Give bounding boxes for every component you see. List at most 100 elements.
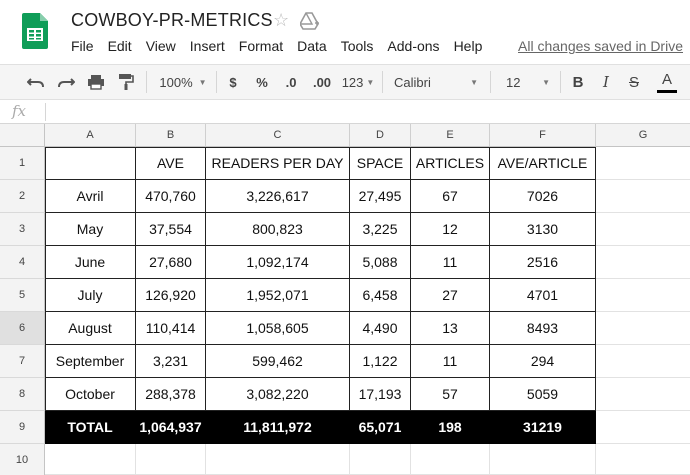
cell-c8[interactable]: 3,082,220 bbox=[206, 378, 350, 411]
cell-f3[interactable]: 3130 bbox=[490, 213, 596, 246]
cell-d8[interactable]: 17,193 bbox=[350, 378, 411, 411]
cell-f8[interactable]: 5059 bbox=[490, 378, 596, 411]
cell-a5[interactable]: July bbox=[45, 279, 136, 312]
row-header-5[interactable]: 5 bbox=[0, 279, 45, 312]
cell-b3[interactable]: 37,554 bbox=[136, 213, 206, 246]
cell-g1[interactable] bbox=[596, 147, 690, 180]
column-header-f[interactable]: F bbox=[490, 124, 596, 147]
move-to-folder-icon[interactable] bbox=[300, 12, 320, 30]
cell-c10[interactable] bbox=[206, 444, 350, 475]
decrease-decimal-button[interactable]: .0 bbox=[280, 65, 302, 99]
cell-d6[interactable]: 4,490 bbox=[350, 312, 411, 345]
cell-e10[interactable] bbox=[411, 444, 490, 475]
redo-button[interactable] bbox=[54, 65, 78, 99]
cell-a10[interactable] bbox=[45, 444, 136, 475]
zoom-select[interactable]: 100% ▼ bbox=[154, 65, 212, 99]
paint-format-button[interactable] bbox=[114, 65, 138, 99]
text-color-button[interactable]: A bbox=[656, 65, 678, 99]
cell-f7[interactable]: 294 bbox=[490, 345, 596, 378]
cell-g8[interactable] bbox=[596, 378, 690, 411]
cell-d7[interactable]: 1,122 bbox=[350, 345, 411, 378]
menu-edit[interactable]: Edit bbox=[108, 38, 132, 54]
cell-g10[interactable] bbox=[596, 444, 690, 475]
row-header-2[interactable]: 2 bbox=[0, 180, 45, 213]
cell-d4[interactable]: 5,088 bbox=[350, 246, 411, 279]
undo-button[interactable] bbox=[24, 65, 48, 99]
menu-format[interactable]: Format bbox=[239, 38, 283, 54]
cell-c1[interactable]: READERS PER DAY bbox=[206, 147, 350, 180]
cell-f6[interactable]: 8493 bbox=[490, 312, 596, 345]
row-header-10[interactable]: 10 bbox=[0, 444, 45, 475]
cell-e5[interactable]: 27 bbox=[411, 279, 490, 312]
strikethrough-button[interactable]: S bbox=[624, 65, 644, 99]
cell-f1[interactable]: AVE/ARTICLE bbox=[490, 147, 596, 180]
row-header-1[interactable]: 1 bbox=[0, 147, 45, 180]
column-header-e[interactable]: E bbox=[411, 124, 490, 147]
cell-a6[interactable]: August bbox=[45, 312, 136, 345]
cell-b1[interactable]: AVE bbox=[136, 147, 206, 180]
cell-c5[interactable]: 1,952,071 bbox=[206, 279, 350, 312]
column-header-d[interactable]: D bbox=[350, 124, 411, 147]
cell-a8[interactable]: October bbox=[45, 378, 136, 411]
column-header-c[interactable]: C bbox=[206, 124, 350, 147]
increase-decimal-button[interactable]: .00 bbox=[308, 65, 336, 99]
cell-f9[interactable]: 31219 bbox=[490, 411, 596, 444]
cell-d2[interactable]: 27,495 bbox=[350, 180, 411, 213]
cell-g6[interactable] bbox=[596, 312, 690, 345]
row-header-8[interactable]: 8 bbox=[0, 378, 45, 411]
more-formats-select[interactable]: 123 ▼ bbox=[340, 65, 376, 99]
cell-d1[interactable]: SPACE bbox=[350, 147, 411, 180]
menu-tools[interactable]: Tools bbox=[341, 38, 374, 54]
currency-format-button[interactable]: $ bbox=[224, 65, 242, 99]
cell-e7[interactable]: 11 bbox=[411, 345, 490, 378]
row-header-3[interactable]: 3 bbox=[0, 213, 45, 246]
cell-g5[interactable] bbox=[596, 279, 690, 312]
cell-d9[interactable]: 65,071 bbox=[350, 411, 411, 444]
cell-f5[interactable]: 4701 bbox=[490, 279, 596, 312]
cell-c2[interactable]: 3,226,617 bbox=[206, 180, 350, 213]
cell-b6[interactable]: 110,414 bbox=[136, 312, 206, 345]
font-size-select[interactable]: 12 ▼ bbox=[498, 65, 554, 99]
column-header-a[interactable]: A bbox=[45, 124, 136, 147]
cell-f4[interactable]: 2516 bbox=[490, 246, 596, 279]
row-header-9[interactable]: 9 bbox=[0, 411, 45, 444]
menu-add-ons[interactable]: Add-ons bbox=[387, 38, 439, 54]
cell-d10[interactable] bbox=[350, 444, 411, 475]
column-header-b[interactable]: B bbox=[136, 124, 206, 147]
sheets-logo-icon[interactable] bbox=[22, 13, 48, 49]
cell-b7[interactable]: 3,231 bbox=[136, 345, 206, 378]
cell-e6[interactable]: 13 bbox=[411, 312, 490, 345]
cell-c9[interactable]: 11,811,972 bbox=[206, 411, 350, 444]
cell-a1[interactable] bbox=[45, 147, 136, 180]
cell-g4[interactable] bbox=[596, 246, 690, 279]
select-all-corner[interactable] bbox=[0, 124, 45, 147]
save-status-link[interactable]: All changes saved in Drive bbox=[518, 38, 683, 54]
menu-help[interactable]: Help bbox=[454, 38, 483, 54]
cell-a9[interactable]: TOTAL bbox=[45, 411, 136, 444]
menu-insert[interactable]: Insert bbox=[190, 38, 225, 54]
cell-g9[interactable] bbox=[596, 411, 690, 444]
cell-g3[interactable] bbox=[596, 213, 690, 246]
italic-button[interactable]: I bbox=[596, 65, 616, 99]
cell-a7[interactable]: September bbox=[45, 345, 136, 378]
bold-button[interactable]: B bbox=[568, 65, 588, 99]
cell-d3[interactable]: 3,225 bbox=[350, 213, 411, 246]
star-icon[interactable]: ☆ bbox=[273, 10, 289, 31]
document-title[interactable]: COWBOY-PR-METRICS bbox=[71, 10, 273, 31]
row-header-7[interactable]: 7 bbox=[0, 345, 45, 378]
cell-e4[interactable]: 11 bbox=[411, 246, 490, 279]
cell-a4[interactable]: June bbox=[45, 246, 136, 279]
menu-data[interactable]: Data bbox=[297, 38, 327, 54]
cell-e9[interactable]: 198 bbox=[411, 411, 490, 444]
cell-c7[interactable]: 599,462 bbox=[206, 345, 350, 378]
cell-b9[interactable]: 1,064,937 bbox=[136, 411, 206, 444]
row-header-6[interactable]: 6 bbox=[0, 312, 45, 345]
cell-a3[interactable]: May bbox=[45, 213, 136, 246]
print-button[interactable] bbox=[84, 65, 108, 99]
cell-f2[interactable]: 7026 bbox=[490, 180, 596, 213]
cell-b8[interactable]: 288,378 bbox=[136, 378, 206, 411]
cell-g7[interactable] bbox=[596, 345, 690, 378]
cell-e1[interactable]: ARTICLES bbox=[411, 147, 490, 180]
cell-a2[interactable]: Avril bbox=[45, 180, 136, 213]
cell-e3[interactable]: 12 bbox=[411, 213, 490, 246]
